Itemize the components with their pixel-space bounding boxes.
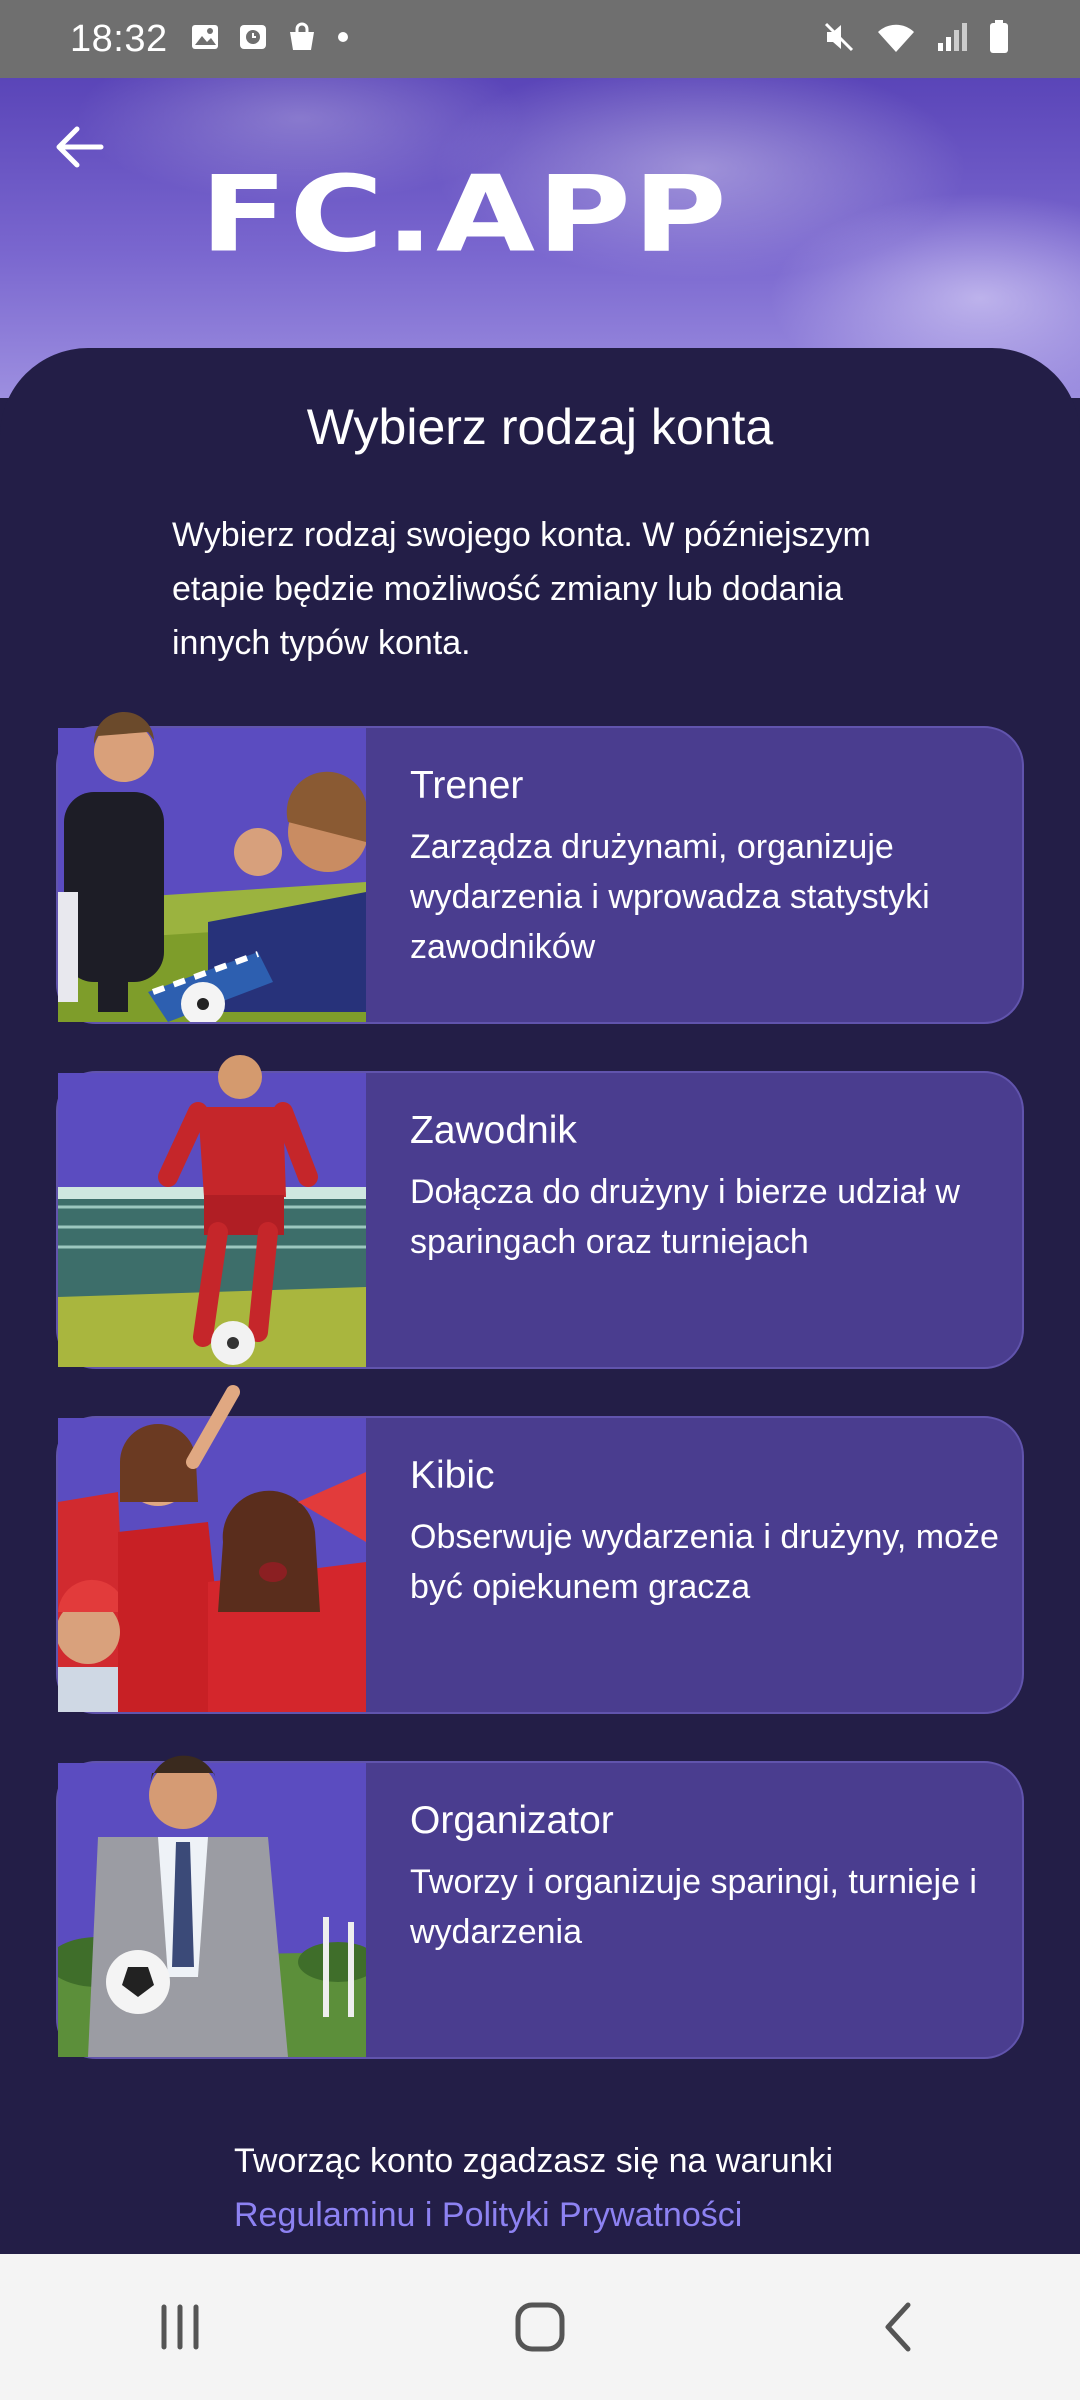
recent-apps-icon xyxy=(161,2304,199,2350)
battery-icon xyxy=(988,19,1010,60)
system-nav-bar xyxy=(0,2254,1080,2400)
gallery-icon xyxy=(190,22,220,57)
card-title: Zawodnik xyxy=(410,1109,577,1152)
card-description: Zarządza drużynami, organizuje wydarzeni… xyxy=(410,828,930,966)
mute-icon xyxy=(822,20,856,59)
coach-photo xyxy=(58,711,366,1022)
account-type-card-kibic[interactable]: Kibic Obserwuje wydarzenia i drużyny, mo… xyxy=(56,1385,1024,1714)
terms-text: Tworząc konto zgadzasz się na warunki xyxy=(234,2142,834,2180)
account-type-card-zawodnik[interactable]: Zawodnik Dołącza do drużyny i bierze udz… xyxy=(56,1055,1024,1369)
card-title: Organizator xyxy=(410,1799,614,1842)
card-description: Obserwuje wydarzenia i drużyny, może być… xyxy=(410,1518,999,1606)
account-type-card-trener[interactable]: Trener Zarządza drużynami, organizuje wy… xyxy=(56,711,1024,1024)
signal-icon xyxy=(936,21,968,58)
card-title: Trener xyxy=(410,764,524,807)
logo-text: FC.APP xyxy=(200,153,729,276)
organizer-photo xyxy=(58,1755,366,2057)
back-icon xyxy=(885,2302,911,2352)
shopping-bag-icon xyxy=(286,21,318,58)
arrow-left-icon xyxy=(56,126,104,168)
clock-app-icon xyxy=(238,22,268,57)
home-button[interactable] xyxy=(460,2277,620,2377)
card-description: Tworzy i organizuje sparingi, turnieje i… xyxy=(410,1863,977,1951)
card-description: Dołącza do drużyny i bierze udział w spa… xyxy=(410,1173,960,1261)
page-subtitle: Wybierz rodzaj swojego konta. W późniejs… xyxy=(172,516,871,662)
player-photo xyxy=(58,1055,366,1367)
system-back-button[interactable] xyxy=(820,2277,980,2377)
page-title: Wybierz rodzaj konta xyxy=(306,399,774,455)
account-type-card-organizator[interactable]: Organizator Tworzy i organizuje sparingi… xyxy=(56,1755,1024,2059)
back-button[interactable] xyxy=(44,112,114,182)
card-title: Kibic xyxy=(410,1454,495,1497)
recent-apps-button[interactable] xyxy=(100,2277,260,2377)
terms-notice: Tworząc konto zgadzasz się na warunki Re… xyxy=(234,2134,934,2242)
app-logo: FC.APP xyxy=(200,140,860,290)
terms-link[interactable]: Regulaminu i Polityki Prywatności xyxy=(234,2188,934,2242)
home-icon xyxy=(515,2302,565,2352)
status-time: 18:32 xyxy=(70,17,168,60)
status-bar: 18:32 xyxy=(0,0,1080,78)
dot-icon xyxy=(336,30,350,49)
wifi-icon xyxy=(876,20,916,59)
fans-photo xyxy=(58,1385,366,1712)
